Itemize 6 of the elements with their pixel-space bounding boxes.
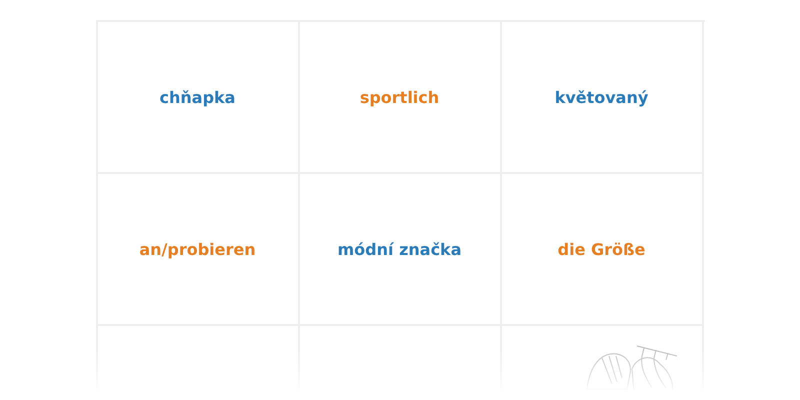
vocabulary-word: die Größe xyxy=(558,240,646,258)
vocabulary-word: sportlich xyxy=(360,88,440,106)
vocabulary-word: módní značka xyxy=(338,240,462,258)
vocabulary-word: chňapka xyxy=(160,88,236,106)
vocabulary-word: an/probieren xyxy=(139,240,256,258)
vocabulary-word: květovaný xyxy=(554,88,648,106)
